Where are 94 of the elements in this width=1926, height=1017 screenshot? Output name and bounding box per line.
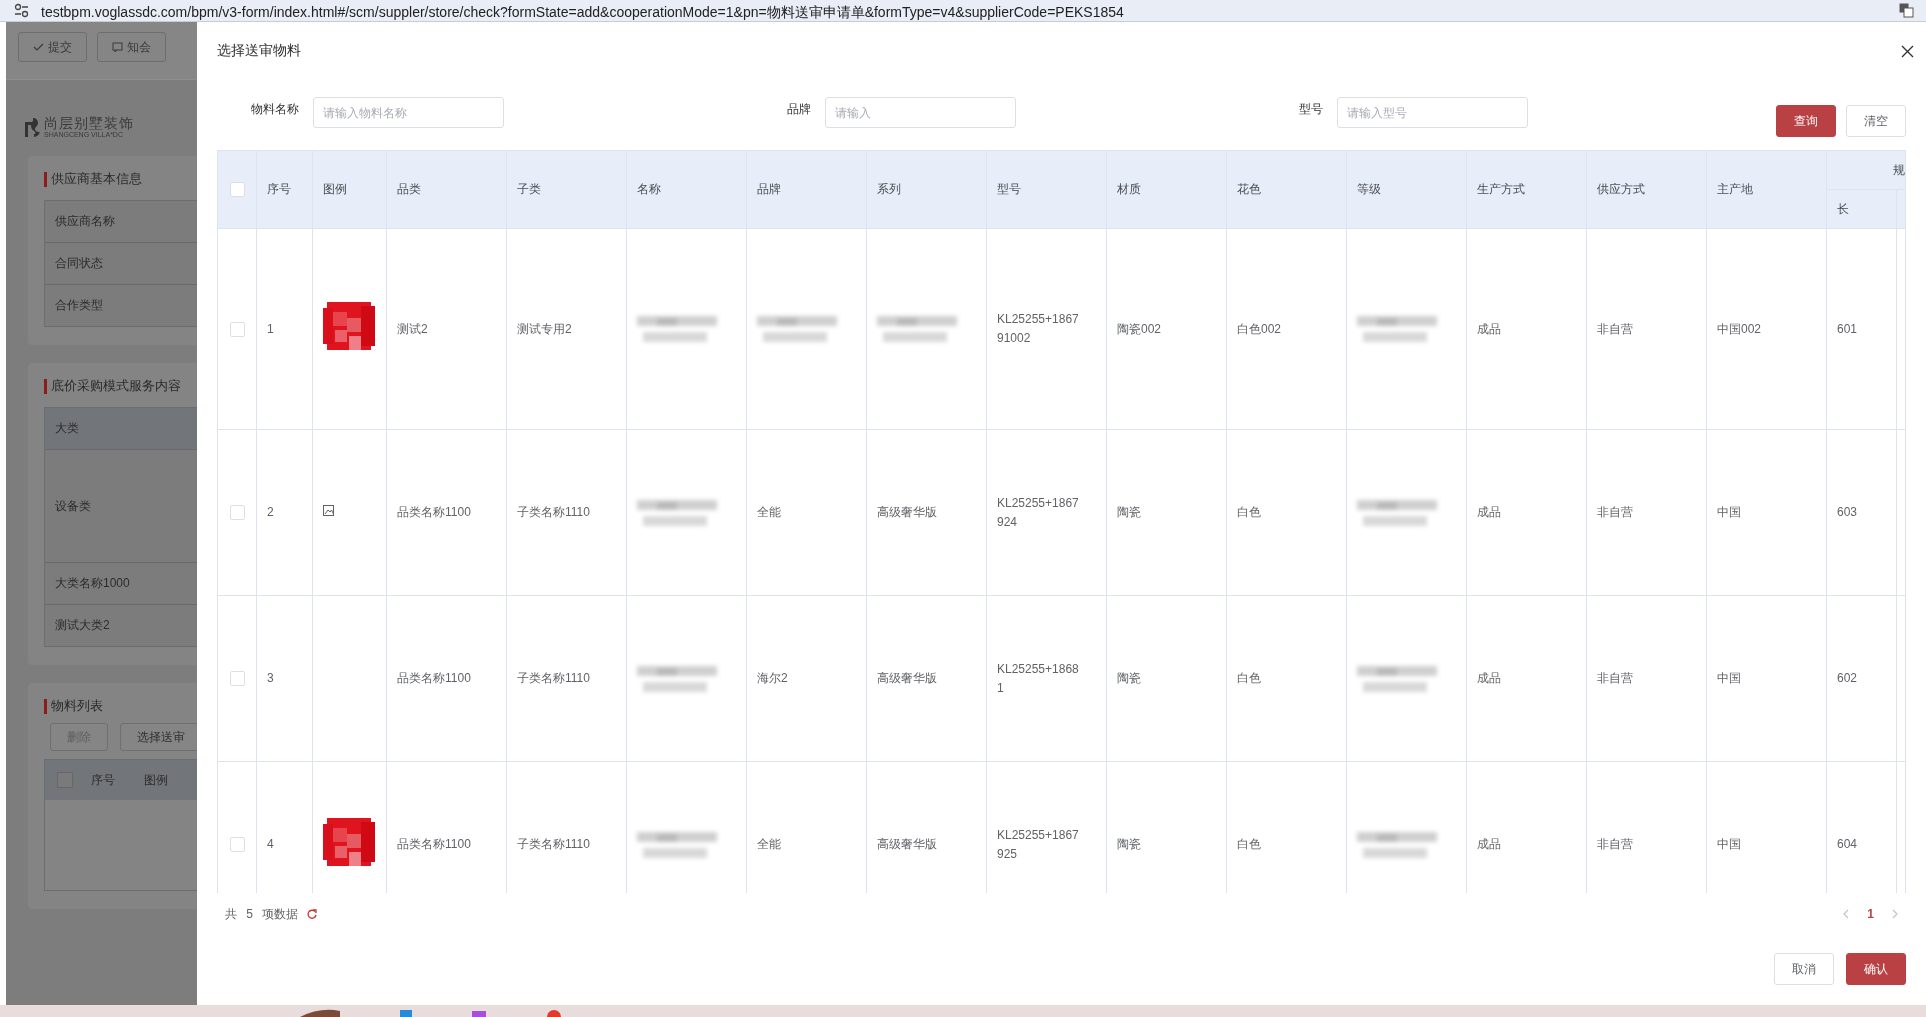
table-cell: 全能 <box>746 429 867 596</box>
input-field[interactable]: 请输入型号 <box>1337 97 1528 128</box>
table-cell: 白色002 <box>1226 228 1347 430</box>
table-cell: 中国 <box>1706 595 1827 762</box>
cancel-button[interactable]: 取消 <box>1774 953 1834 985</box>
section-marker <box>44 171 47 187</box>
app-icon[interactable] <box>400 1007 412 1017</box>
column-header: 名称 <box>626 150 747 229</box>
field-label: 物料名称 <box>250 101 300 118</box>
table-cell: 中国002 <box>1706 228 1827 430</box>
table-cell: 中国 <box>1706 429 1827 596</box>
table-cell: KL25255+186791002 <box>986 228 1107 430</box>
field-label: 品牌 <box>786 101 812 118</box>
toolbar-button[interactable]: 知会 <box>97 32 166 62</box>
field-label: 型号 <box>1298 101 1324 118</box>
column-header: 子类 <box>506 150 627 229</box>
column-header: 序号 <box>90 771 116 789</box>
section-title: 供应商基本信息 <box>51 170 142 188</box>
refresh-icon[interactable] <box>306 908 319 920</box>
table-cell: 602 <box>1826 595 1897 762</box>
table-cell: 品类名称1100 <box>386 595 507 762</box>
table-cell: 603 <box>1826 429 1897 596</box>
input-field[interactable]: 请输入 <box>825 97 1016 128</box>
table-cell: 白色 <box>1226 595 1347 762</box>
column-header: 供应方式 <box>1586 150 1707 229</box>
table-cell: 合作类型 <box>45 285 197 326</box>
logo-icon <box>24 116 40 138</box>
table-cell: 陶瓷 <box>1106 429 1227 596</box>
column-header: 型号 <box>986 150 1107 229</box>
tune-icon[interactable] <box>14 3 29 18</box>
input-field[interactable]: 请输入物料名称 <box>313 97 504 128</box>
table-cell: 子类名称1110 <box>506 595 627 762</box>
previous-page-icon[interactable] <box>1843 909 1850 919</box>
column-header: 图例 <box>312 150 387 229</box>
table-cell: 3 <box>256 595 313 762</box>
section-marker <box>44 378 47 394</box>
broken-image-icon <box>323 505 334 516</box>
comment-icon <box>112 41 123 53</box>
column-header: 品类 <box>386 150 507 229</box>
table-cell: 陶瓷 <box>1106 595 1227 762</box>
column-header: 长 <box>1826 189 1897 229</box>
section-title: 物料列表 <box>51 697 103 715</box>
table-cell: 2 <box>256 429 313 596</box>
column-header: 图例 <box>143 771 169 789</box>
close-icon[interactable] <box>1901 44 1914 58</box>
table-cell: 成品 <box>1466 429 1587 596</box>
table-cell: 测试2 <box>386 228 507 430</box>
table-cell: 陶瓷002 <box>1106 228 1227 430</box>
total-count: 共 5 项数据 <box>225 905 299 923</box>
column-header: 品牌 <box>746 150 867 229</box>
column-header: 系列 <box>866 150 987 229</box>
column-header: 等级 <box>1346 150 1467 229</box>
table-cell: 合同状态 <box>45 243 197 285</box>
table-cell: 大类名称1000 <box>45 563 197 605</box>
table-cell: 601 <box>1826 228 1897 430</box>
table-header-cell: 大类 <box>45 408 197 450</box>
table-cell: 子类名称1110 <box>506 429 627 596</box>
column-header: 主产地 <box>1706 150 1827 229</box>
table-cell: 1 <box>256 228 313 430</box>
column-header: 生产方式 <box>1466 150 1587 229</box>
logo-name: 尚层别墅装饰 <box>44 116 134 131</box>
page-number[interactable]: 1 <box>1865 907 1876 921</box>
check-icon <box>33 41 44 53</box>
table-cell: KL25255+18681 <box>986 595 1107 762</box>
column-header: 序号 <box>256 150 313 229</box>
column-header: 花色 <box>1226 150 1347 229</box>
table-cell: 设备类 <box>45 450 197 563</box>
section-marker <box>44 698 47 714</box>
search-button[interactable]: 查询 <box>1776 105 1836 137</box>
table-cell: 成品 <box>1466 595 1587 762</box>
table-cell: 非自营 <box>1586 228 1707 430</box>
column-header: 材质 <box>1106 150 1227 229</box>
table-cell: 测试专用2 <box>506 228 627 430</box>
action-button[interactable]: 选择送审 <box>120 723 197 751</box>
table-cell: 品类名称1100 <box>386 429 507 596</box>
table-cell: 海尔2 <box>746 595 867 762</box>
toolbar-button[interactable]: 提交 <box>18 32 87 62</box>
clear-button[interactable]: 清空 <box>1846 105 1906 137</box>
table-cell: KL25255+1867924 <box>986 429 1107 596</box>
confirm-button[interactable]: 确认 <box>1846 953 1906 985</box>
table-cell: 白色 <box>1226 429 1347 596</box>
column-header: 规 <box>1826 150 1906 190</box>
table-cell: 非自营 <box>1586 429 1707 596</box>
table-cell: 成品 <box>1466 228 1587 430</box>
table-cell: 供应商名称 <box>45 201 197 243</box>
next-page-icon[interactable] <box>1892 909 1898 919</box>
app-icon[interactable] <box>300 1007 340 1017</box>
table-cell: 高级奢华版 <box>866 429 987 596</box>
table-cell: 非自营 <box>1586 595 1707 762</box>
dialog-title: 选择送审物料 <box>217 42 301 60</box>
section-title: 底价采购模式服务内容 <box>51 377 181 395</box>
table-cell: 高级奢华版 <box>866 595 987 762</box>
app-icon[interactable] <box>546 1007 562 1017</box>
table-cell: 测试大类2 <box>45 605 197 646</box>
